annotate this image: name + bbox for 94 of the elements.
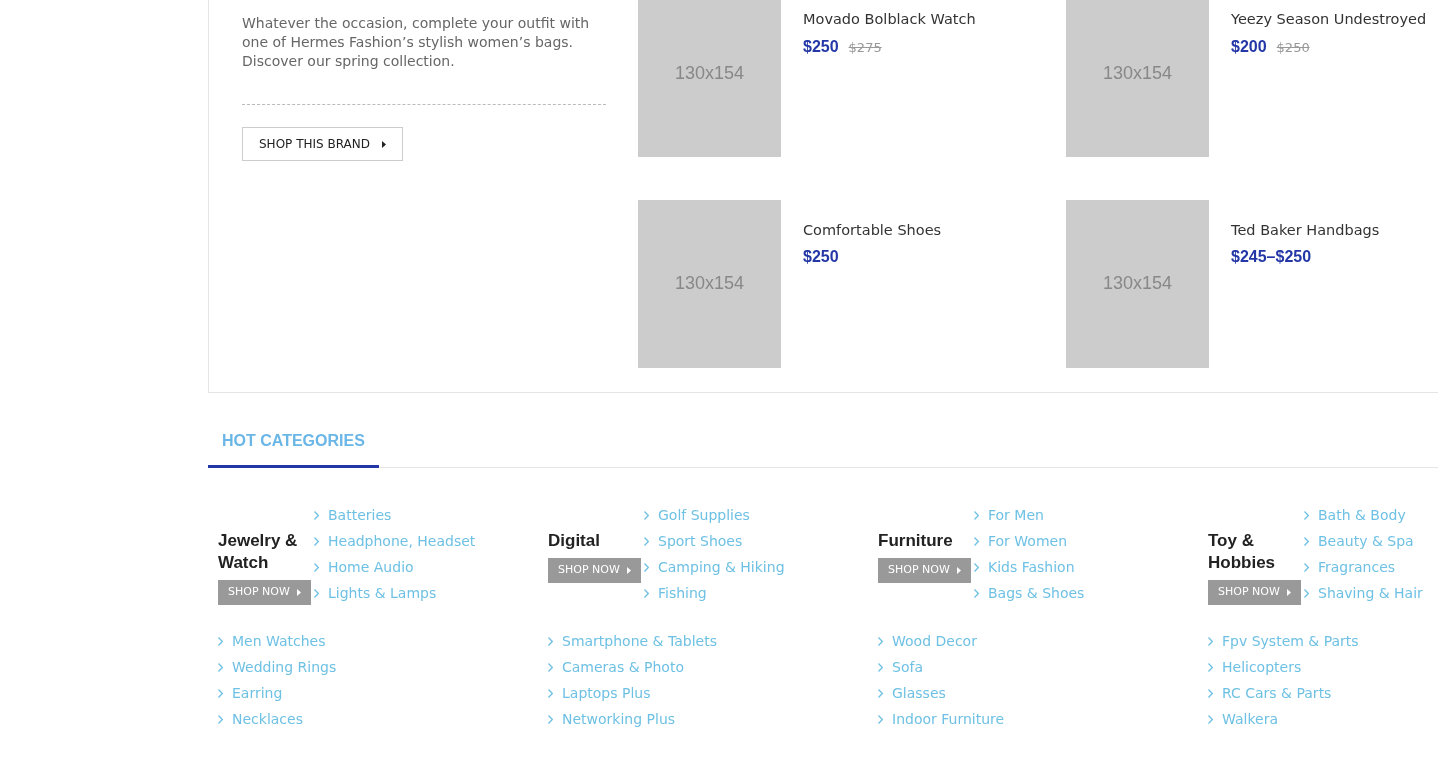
shop-now-button[interactable]: SHOP NOW: [218, 580, 311, 605]
category-link[interactable]: Walkera: [1222, 708, 1278, 730]
shop-brand-button[interactable]: SHOP THIS BRAND: [242, 127, 403, 161]
chevron-icon: [1304, 536, 1309, 546]
category-link[interactable]: Helicopters: [1222, 656, 1302, 678]
caret-icon: [956, 566, 961, 574]
chevron-icon: [1208, 662, 1213, 672]
chevron-icon: [974, 510, 979, 520]
chevron-icon: [974, 536, 979, 546]
category-title: Digital: [548, 530, 601, 552]
product-price: $250: [803, 247, 839, 268]
product-price: $245–$250: [1231, 247, 1312, 268]
category-link[interactable]: Shaving & Hair: [1318, 582, 1423, 604]
product-name[interactable]: Comfortable Shoes: [803, 219, 942, 242]
category-link[interactable]: Indoor Furniture: [892, 708, 1005, 730]
category-title: Jewelry & Watch: [218, 530, 299, 574]
chevron-icon: [878, 714, 883, 724]
category-link[interactable]: Smartphone & Tablets: [562, 630, 717, 652]
chevron-icon: [1208, 688, 1213, 698]
category-link[interactable]: Sport Shoes: [658, 530, 743, 552]
chevron-icon: [1304, 588, 1309, 598]
shop-now-button[interactable]: SHOP NOW: [878, 558, 971, 583]
category-link[interactable]: Glasses: [892, 682, 946, 704]
category-link[interactable]: Men Watches: [232, 630, 326, 652]
chevron-icon: [644, 562, 649, 572]
placeholder-label: 130x154: [674, 272, 745, 295]
chevron-icon: [644, 536, 649, 546]
category-link[interactable]: Bath & Body: [1318, 504, 1406, 526]
shop-now-button[interactable]: SHOP NOW: [548, 558, 641, 583]
category-link[interactable]: Necklaces: [232, 708, 303, 730]
category-link[interactable]: Camping & Hiking: [658, 556, 785, 578]
category-link[interactable]: Fpv System & Parts: [1222, 630, 1359, 652]
tab[interactable]: HOT CATEGORIES: [208, 417, 379, 468]
category-link[interactable]: Sofa: [892, 656, 923, 678]
category-link[interactable]: Earring: [232, 682, 283, 704]
product-price: $200: [1231, 36, 1267, 57]
product-price: $250: [803, 36, 839, 57]
chevron-icon: [878, 688, 883, 698]
caret-icon: [1286, 588, 1291, 596]
category-link[interactable]: For Women: [988, 530, 1068, 552]
category-link[interactable]: Batteries: [328, 504, 392, 526]
caret-icon: [382, 140, 386, 148]
placeholder-label: 130x154: [1102, 272, 1173, 295]
category-link[interactable]: For Men: [988, 504, 1044, 526]
chevron-icon: [644, 588, 649, 598]
chevron-icon: [548, 688, 553, 698]
old-price: $275: [848, 38, 882, 57]
category-link[interactable]: Wedding Rings: [232, 656, 337, 678]
category-link[interactable]: Networking Plus: [562, 708, 676, 730]
chevron-icon: [1304, 562, 1309, 572]
chevron-icon: [314, 536, 319, 546]
category-link[interactable]: Bags & Shoes: [988, 582, 1085, 604]
caret-icon: [626, 566, 631, 574]
brand-description: Whatever the occasion, complete your outfit with one of Hermes Fashion’s stylish women’s bags. Discover our spring collection.: [242, 14, 591, 71]
category-title: Toy & Hobbies: [1208, 530, 1277, 574]
caret-icon: [296, 588, 301, 596]
chevron-icon: [218, 662, 223, 672]
placeholder-label: 130x154: [1102, 61, 1173, 85]
product-name[interactable]: Yeezy Season Undestroyed: [1231, 9, 1427, 31]
category-link[interactable]: Fishing: [658, 582, 707, 604]
category-link[interactable]: Cameras & Photo: [562, 656, 684, 678]
chevron-icon: [218, 688, 223, 698]
chevron-icon: [1208, 636, 1213, 646]
chevron-icon: [314, 588, 319, 598]
chevron-icon: [218, 636, 223, 646]
chevron-icon: [1304, 510, 1309, 520]
chevron-icon: [644, 510, 649, 520]
chevron-icon: [314, 510, 319, 520]
chevron-icon: [314, 562, 319, 572]
product-name[interactable]: Movado Bolblack Watch: [803, 9, 976, 31]
category-link[interactable]: Lights & Lamps: [328, 582, 437, 604]
chevron-icon: [548, 714, 553, 724]
category-link[interactable]: Wood Decor: [892, 630, 977, 652]
chevron-icon: [974, 562, 979, 572]
old-price: $250: [1276, 38, 1310, 57]
chevron-icon: [218, 714, 223, 724]
chevron-icon: [1208, 714, 1213, 724]
category-link[interactable]: Kids Fashion: [988, 556, 1075, 578]
chevron-icon: [878, 636, 883, 646]
chevron-icon: [548, 662, 553, 672]
category-link[interactable]: Headphone, Headset: [328, 530, 476, 552]
category-link[interactable]: Beauty & Spa: [1318, 530, 1414, 552]
chevron-icon: [974, 588, 979, 598]
category-link[interactable]: Golf Supplies: [658, 504, 750, 526]
shop-now-button[interactable]: SHOP NOW: [1208, 580, 1301, 605]
product-name[interactable]: Ted Baker Handbags: [1231, 219, 1380, 242]
chevron-icon: [878, 662, 883, 672]
category-link[interactable]: RC Cars & Parts: [1222, 682, 1332, 704]
category-link[interactable]: Home Audio: [328, 556, 414, 578]
chevron-icon: [548, 636, 553, 646]
placeholder-label: 130x154: [674, 61, 745, 85]
category-title: Furniture: [878, 530, 954, 552]
category-link[interactable]: Fragrances: [1318, 556, 1396, 578]
category-link[interactable]: Laptops Plus: [562, 682, 651, 704]
